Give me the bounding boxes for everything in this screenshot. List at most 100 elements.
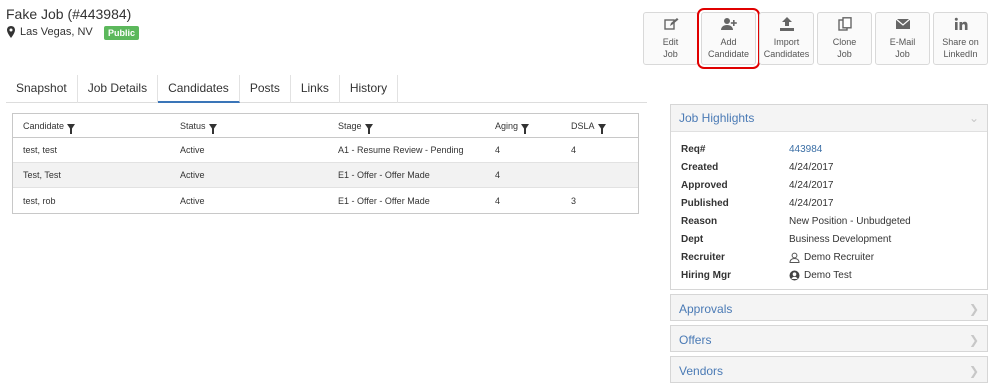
offers-panel[interactable]: Offers ❯ [670,325,988,352]
cell-candidate[interactable]: test, test [13,145,170,155]
user-outline-icon [789,252,800,263]
highlight-label: Reason [681,215,718,227]
cell-candidate[interactable]: test, rob [13,196,170,206]
job-highlights-title: Job Highlights [679,111,755,125]
cell-stage: E1 - Offer - Offer Made [338,195,430,206]
cell-stage: E1 - Offer - Offer Made [338,170,430,180]
location-text: Las Vegas, NV [20,26,93,38]
highlight-row-recruiter: Recruiter Demo Recruiter [681,248,987,266]
highlight-row-hiring-mgr: Hiring Mgr Demo Test [681,266,987,284]
highlight-row-created: Created 4/24/2017 [681,158,987,176]
vendors-panel[interactable]: Vendors ❯ [670,356,988,383]
candidates-table: Candidate Status Stage Aging DSLA test, … [12,113,639,214]
highlight-row-dept: Dept Business Development [681,230,987,248]
import-candidates-label-1: Import [773,37,800,47]
tab-snapshot[interactable]: Snapshot [6,75,78,103]
chevron-right-icon[interactable]: ❯ [969,302,979,316]
req-number-link[interactable]: 443984 [789,144,822,155]
tab-links[interactable]: Links [291,75,340,103]
highlight-value: Business Development [789,233,892,245]
column-label: Status [180,120,206,131]
column-header-aging[interactable]: Aging [485,121,561,134]
cell-candidate[interactable]: Test, Test [13,170,170,180]
highlight-row-approved: Approved 4/24/2017 [681,176,987,194]
filter-icon[interactable] [67,123,76,134]
hiring-manager-name: Demo Test [804,269,852,281]
approvals-panel[interactable]: Approvals ❯ [670,294,988,321]
upload-icon [779,17,794,31]
edit-job-button[interactable]: Edit Job [643,12,698,65]
envelope-icon [895,18,910,29]
column-header-stage[interactable]: Stage [328,120,485,134]
email-job-button[interactable]: E-Mail Job [875,12,930,65]
column-header-candidate[interactable]: Candidate [13,121,170,134]
linkedin-icon [954,17,967,30]
filter-icon[interactable] [208,123,217,134]
table-row[interactable]: test, test Active A1 - Resume Review - P… [13,138,638,163]
add-candidate-button[interactable]: Add Candidate [697,8,760,69]
email-job-label-2: Job [895,49,910,59]
email-job-label-1: E-Mail [889,37,916,47]
cell-aging: 4 [495,170,501,180]
tab-candidates[interactable]: Candidates [158,75,240,103]
job-location: Las Vegas, NV [6,26,93,38]
map-marker-icon [7,26,15,38]
status-badge: Public [104,26,140,40]
offers-title: Offers [679,332,712,347]
share-linkedin-label-2: LinkedIn [943,49,978,59]
highlight-value: 4/24/2017 [789,179,834,191]
share-linkedin-label-1: Share on [942,37,979,47]
highlight-value: Demo Recruiter [789,252,874,263]
edit-job-label-2: Job [663,49,678,59]
column-label: DSLA [571,120,595,131]
edit-icon [663,18,678,30]
filter-icon[interactable] [597,123,606,134]
highlight-label: Created [681,161,719,173]
table-header-row: Candidate Status Stage Aging DSLA [13,114,638,138]
highlight-value: 4/24/2017 [789,197,834,209]
tab-posts[interactable]: Posts [240,75,291,103]
highlight-value: 4/24/2017 [789,161,834,173]
vendors-header[interactable]: Vendors ❯ [671,357,987,384]
job-actions-toolbar: Edit Job Add Candidate Import Candidates… [643,8,988,69]
user-circle-icon [789,270,800,280]
highlight-label: Published [681,197,729,209]
column-header-status[interactable]: Status [170,120,328,134]
add-user-icon [720,18,737,30]
clone-job-button[interactable]: Clone Job [817,12,872,65]
highlight-value: New Position - Unbudgeted [789,215,911,227]
tab-job-details[interactable]: Job Details [78,75,159,103]
copy-icon [837,17,852,31]
chevron-right-icon[interactable]: ❯ [969,364,979,378]
chevron-right-icon[interactable]: ❯ [969,333,979,347]
column-label: Stage [338,120,362,131]
job-highlights-header[interactable]: Job Highlights ⌄ [671,105,987,132]
job-highlights-body: Req# 443984 Created 4/24/2017 Approved 4… [671,132,987,284]
table-row[interactable]: Test, Test Active E1 - Offer - Offer Mad… [13,163,638,188]
edit-job-label-1: Edit [662,37,679,47]
add-candidate-label-1: Add [720,37,737,47]
filter-icon[interactable] [364,123,373,134]
import-candidates-button[interactable]: Import Candidates [759,12,814,65]
tab-history[interactable]: History [340,75,399,103]
filter-icon[interactable] [521,123,530,134]
highlight-row-req: Req# 443984 [681,140,987,158]
table-row[interactable]: test, rob Active E1 - Offer - Offer Made… [13,188,638,213]
import-candidates-label-2: Candidates [763,49,810,59]
recruiter-name: Demo Recruiter [804,251,875,263]
cell-status: Active [180,145,205,155]
share-linkedin-button[interactable]: Share on LinkedIn [933,12,988,65]
column-header-dsla[interactable]: DSLA [561,120,638,134]
chevron-down-icon[interactable]: ⌄ [969,111,979,125]
vendors-title: Vendors [679,363,724,378]
cell-aging: 4 [495,145,501,155]
cell-dsla: 3 [571,195,577,206]
approvals-header[interactable]: Approvals ❯ [671,295,987,322]
cell-status: Active [180,170,205,180]
highlight-label: Approved [681,179,728,191]
highlight-value: Demo Test [789,270,852,281]
highlight-label: Hiring Mgr [681,269,731,281]
offers-header[interactable]: Offers ❯ [671,326,987,353]
highlight-label: Dept [681,233,704,245]
job-highlights-panel: Job Highlights ⌄ Req# 443984 Created 4/2… [670,104,988,290]
